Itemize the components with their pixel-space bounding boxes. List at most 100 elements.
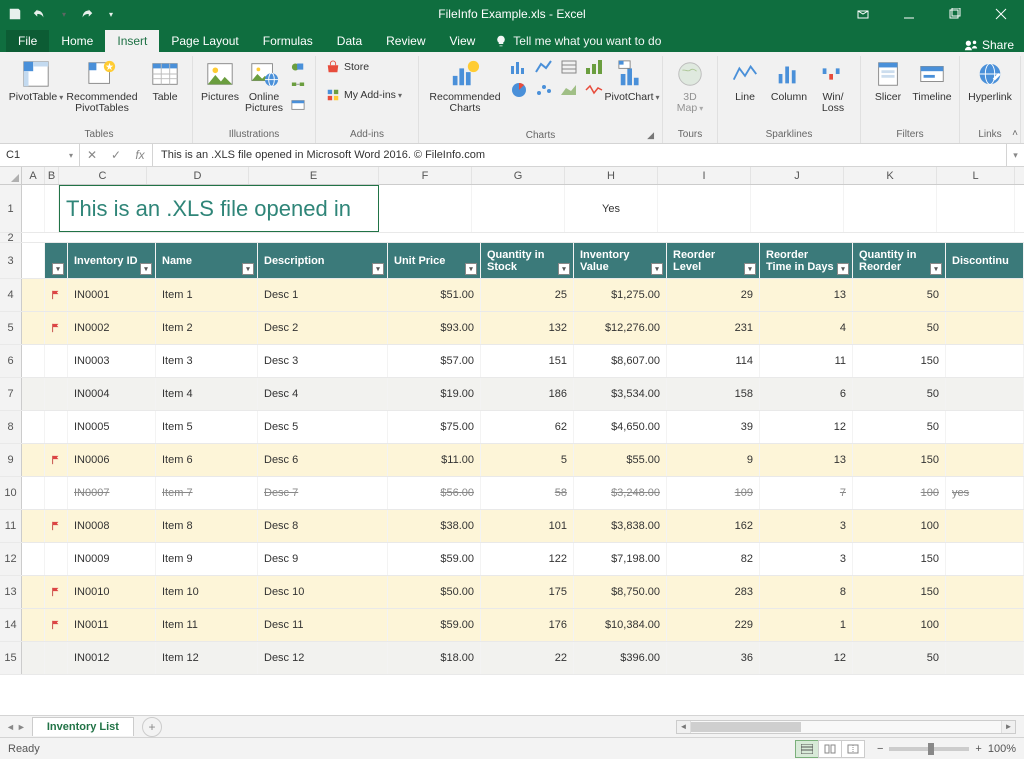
cell-reord[interactable]: 29 <box>667 279 760 311</box>
pivottable-button[interactable]: PivotTable <box>12 56 60 105</box>
flag-icon[interactable] <box>45 609 68 641</box>
tell-me-search[interactable]: Tell me what you want to do <box>487 30 673 52</box>
cell-time[interactable]: 11 <box>760 345 853 377</box>
cell-qty[interactable]: 22 <box>481 642 574 674</box>
cell-val[interactable]: $8,750.00 <box>574 576 667 608</box>
header-val[interactable]: Inventory Value▾ <box>574 243 667 278</box>
cell-name[interactable]: Item 7 <box>156 477 258 509</box>
flag-icon[interactable] <box>45 543 68 575</box>
cell-name[interactable]: Item 8 <box>156 510 258 542</box>
expand-formula-bar[interactable]: ▾ <box>1006 144 1024 166</box>
cell-name[interactable]: Item 5 <box>156 411 258 443</box>
header-qty[interactable]: Quantity in Stock▾ <box>481 243 574 278</box>
cell-desc[interactable]: Desc 9 <box>258 543 388 575</box>
zoom-out[interactable]: − <box>877 743 883 755</box>
cell-price[interactable]: $19.00 <box>388 378 481 410</box>
cell-time[interactable]: 7 <box>760 477 853 509</box>
charts-dialog-launcher[interactable]: ◢ <box>647 130 654 141</box>
cell-reord[interactable]: 229 <box>667 609 760 641</box>
cell-price[interactable]: $75.00 <box>388 411 481 443</box>
cell-name[interactable]: Item 2 <box>156 312 258 344</box>
cell-id[interactable]: IN0009 <box>68 543 156 575</box>
cell-price[interactable]: $18.00 <box>388 642 481 674</box>
cell-val[interactable]: $10,384.00 <box>574 609 667 641</box>
cell-disc[interactable] <box>946 510 1024 542</box>
ribbon-options-button[interactable] <box>840 0 886 28</box>
cell-qre[interactable]: 100 <box>853 510 946 542</box>
cell-price[interactable]: $93.00 <box>388 312 481 344</box>
flag-icon[interactable] <box>45 312 68 344</box>
cell-price[interactable]: $57.00 <box>388 345 481 377</box>
cell-qty[interactable]: 175 <box>481 576 574 608</box>
cell-disc[interactable] <box>946 378 1024 410</box>
tab-file[interactable]: File <box>6 30 49 52</box>
zoom-level[interactable]: 100% <box>988 743 1016 755</box>
name-box[interactable]: C1▾ <box>0 144 80 166</box>
cell-qre[interactable]: 50 <box>853 312 946 344</box>
zoom-in[interactable]: + <box>975 743 981 755</box>
cell-desc[interactable]: Desc 3 <box>258 345 388 377</box>
cell-time[interactable]: 13 <box>760 444 853 476</box>
zoom-slider[interactable] <box>889 747 969 751</box>
cell-reord[interactable]: 114 <box>667 345 760 377</box>
tab-formulas[interactable]: Formulas <box>251 30 325 52</box>
sheet-tab-inventory[interactable]: Inventory List <box>32 717 134 736</box>
flag-icon[interactable] <box>45 279 68 311</box>
pictures-button[interactable]: Pictures <box>199 56 241 105</box>
cell-id[interactable]: IN0005 <box>68 411 156 443</box>
flag-icon[interactable] <box>45 576 68 608</box>
cell-val[interactable]: $12,276.00 <box>574 312 667 344</box>
cell-qty[interactable]: 151 <box>481 345 574 377</box>
flag-icon[interactable] <box>45 345 68 377</box>
col-L[interactable]: L <box>937 167 1015 184</box>
flag-icon[interactable] <box>45 642 68 674</box>
cell-desc[interactable]: Desc 11 <box>258 609 388 641</box>
smartart-button[interactable] <box>287 77 309 95</box>
cell-val[interactable]: $4,650.00 <box>574 411 667 443</box>
cell-val[interactable]: $396.00 <box>574 642 667 674</box>
cell-qty[interactable]: 101 <box>481 510 574 542</box>
cell-val[interactable]: $3,534.00 <box>574 378 667 410</box>
cell-val[interactable]: $3,248.00 <box>574 477 667 509</box>
slicer-button[interactable]: Slicer <box>867 56 909 105</box>
cell-qty[interactable]: 122 <box>481 543 574 575</box>
cell-time[interactable]: 13 <box>760 279 853 311</box>
cell-disc[interactable] <box>946 543 1024 575</box>
cell-desc[interactable]: Desc 1 <box>258 279 388 311</box>
screenshot-button[interactable] <box>287 96 309 114</box>
collapse-ribbon[interactable]: ˄ <box>1012 128 1018 139</box>
flag-icon[interactable] <box>45 411 68 443</box>
save-button[interactable] <box>4 3 26 25</box>
online-pictures-button[interactable]: Online Pictures <box>243 56 285 116</box>
cell-price[interactable]: $59.00 <box>388 543 481 575</box>
cell-qre[interactable]: 50 <box>853 378 946 410</box>
enter-formula[interactable]: ✓ <box>104 148 128 162</box>
spark-col-button[interactable]: Column <box>768 56 810 105</box>
cell-desc[interactable]: Desc 6 <box>258 444 388 476</box>
cell-qre[interactable]: 150 <box>853 345 946 377</box>
cell-reord[interactable]: 82 <box>667 543 760 575</box>
cell-reord[interactable]: 39 <box>667 411 760 443</box>
header-name[interactable]: Name▾ <box>156 243 258 278</box>
cell-price[interactable]: $11.00 <box>388 444 481 476</box>
cell-name[interactable]: Item 10 <box>156 576 258 608</box>
sheet-nav[interactable]: ◄► <box>0 722 32 732</box>
spark-wl-button[interactable]: Win/ Loss <box>812 56 854 116</box>
shapes-button[interactable] <box>287 58 309 76</box>
cell-qre[interactable]: 50 <box>853 642 946 674</box>
tab-view[interactable]: View <box>438 30 488 52</box>
minimize-button[interactable] <box>886 0 932 28</box>
cell-disc[interactable] <box>946 444 1024 476</box>
tab-home[interactable]: Home <box>49 30 105 52</box>
cell-val[interactable]: $7,198.00 <box>574 543 667 575</box>
header-time[interactable]: Reorder Time in Days▾ <box>760 243 853 278</box>
cell-price[interactable]: $59.00 <box>388 609 481 641</box>
col-F[interactable]: F <box>379 167 472 184</box>
header-inv[interactable]: Inventory ID▾ <box>68 243 156 278</box>
cancel-formula[interactable]: ✕ <box>80 148 104 162</box>
view-page-break[interactable] <box>841 740 865 758</box>
col-K[interactable]: K <box>844 167 937 184</box>
view-page-layout[interactable] <box>818 740 842 758</box>
cell-time[interactable]: 3 <box>760 510 853 542</box>
flag-icon[interactable] <box>45 444 68 476</box>
